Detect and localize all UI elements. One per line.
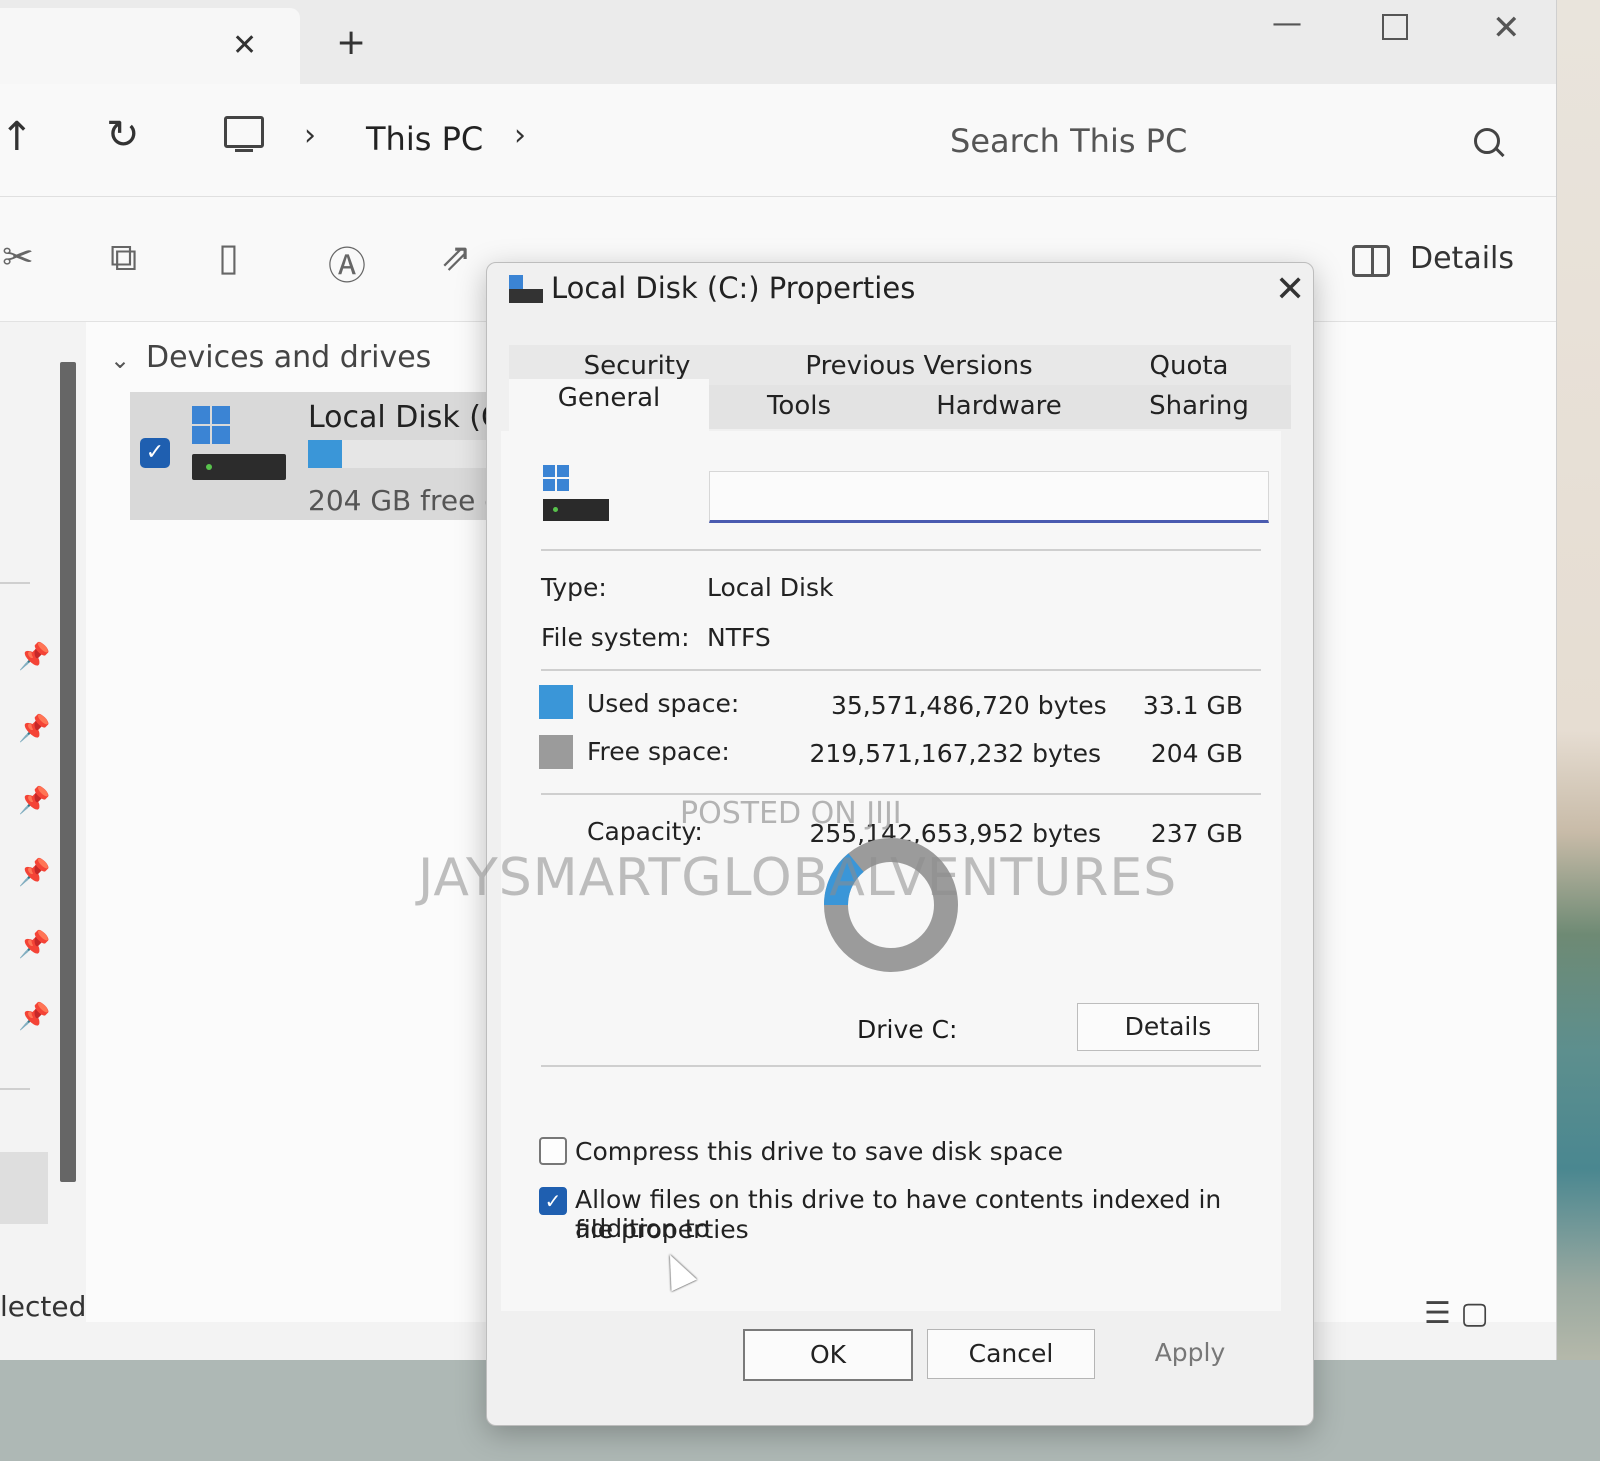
search-placeholder: Search This PC [950,122,1188,160]
rename-icon[interactable]: Ⓐ [328,235,366,290]
drive-free-text: 204 GB free of [308,484,512,517]
pin-icon: 📌 [18,930,51,960]
used-space-size: 33.1 GB [1142,691,1243,720]
search-icon[interactable] [1474,128,1500,154]
this-pc-icon[interactable] [224,116,264,152]
file-system-label: File system: [541,623,690,652]
apply-button[interactable]: Apply [1107,1329,1273,1377]
maximize-icon[interactable] [1382,14,1408,40]
selection-checkbox[interactable]: ✓ [140,438,170,468]
cancel-button[interactable]: Cancel [927,1329,1095,1379]
tab-security[interactable]: Security [557,351,717,381]
type-label: Type: [541,573,607,602]
free-space-bytes: 219,571,167,232 bytes [809,739,1101,768]
index-checkbox[interactable]: ✓ [539,1187,567,1215]
pin-icon: 📌 [18,786,51,816]
copy-icon[interactable]: ⧉ [110,235,137,280]
free-space-size: 204 GB [1150,739,1243,768]
divider [0,582,30,584]
drive-icon [192,454,286,480]
tab-strip: Security Previous Versions Quota General… [509,345,1291,453]
ok-button[interactable]: OK [743,1329,913,1381]
scrollbar[interactable] [60,362,76,1182]
compress-checkbox[interactable] [539,1137,567,1165]
properties-dialog: Local Disk (C:) Properties ✕ Security Pr… [486,262,1314,1426]
share-icon[interactable]: ⇗ [440,235,472,279]
divider [541,793,1261,795]
used-space-swatch [539,685,573,719]
details-button[interactable]: Details [1077,1003,1259,1051]
search-input[interactable]: Search This PC [900,104,1520,176]
sidebar-item-selected[interactable] [0,1152,48,1224]
file-system-value: NTFS [707,623,771,652]
compress-label: Compress this drive to save disk space [575,1137,1063,1166]
chevron-right-icon[interactable]: › [514,118,526,153]
new-tab-icon[interactable]: + [336,22,366,63]
index-label-line2: file properties [575,1215,749,1244]
type-value: Local Disk [707,573,834,602]
capacity-size: 237 GB [1150,819,1243,848]
mouse-cursor [657,1248,697,1292]
tab-sharing[interactable]: Sharing [1129,391,1269,421]
tab-row-front: General Tools Hardware Sharing [509,379,1291,453]
explorer-tab[interactable]: ✕ [0,8,300,84]
up-arrow-icon[interactable]: ↑ [0,114,34,160]
chevron-down-icon[interactable]: ⌄ [110,346,130,374]
windows-logo-icon [543,465,569,491]
drive-icon [543,465,609,521]
pin-icon: 📌 [18,714,51,744]
view-toggle-icons[interactable]: ☰ ▢ [1424,1296,1489,1331]
dialog-title: Local Disk (C:) Properties [551,271,916,305]
navigation-pane: 📌 📌 📌 📌 📌 📌 [0,322,84,1224]
close-tab-icon[interactable]: ✕ [232,28,257,63]
pin-icon: 📌 [18,1002,51,1032]
drive-icon [509,275,543,303]
free-space-label: Free space: [587,737,730,766]
pin-icon: 📌 [18,858,51,888]
tab-tools[interactable]: Tools [729,391,869,421]
tab-bar: ✕ + — ✕ [0,0,1556,84]
divider [541,549,1261,551]
tab-previous-versions[interactable]: Previous Versions [799,351,1039,381]
pin-icon: 📌 [18,642,51,672]
details-pane-label: Details [1410,241,1515,276]
usage-bar-fill [308,440,342,468]
divider [0,1088,30,1090]
status-text: lected [0,1290,87,1323]
paste-icon[interactable]: ▯ [218,235,239,279]
window-close-icon[interactable]: ✕ [1492,8,1521,48]
free-space-swatch [539,735,573,769]
tab-quota[interactable]: Quota [1129,351,1249,381]
cut-icon[interactable]: ✂ [2,235,34,279]
drive-c-label: Drive C: [857,1015,958,1044]
used-space-label: Used space: [587,689,740,718]
chevron-right-icon[interactable]: › [304,118,316,153]
details-pane-icon [1352,245,1390,277]
refresh-icon[interactable]: ↻ [106,112,140,158]
watermark-line1: POSTED ON JIJI [680,796,902,831]
address-bar: ↑ ↻ › This PC › Search This PC [0,84,1556,197]
breadcrumb-this-pc[interactable]: This PC [366,120,483,158]
divider [541,1065,1261,1067]
windows-logo-icon [192,406,230,444]
minimize-icon[interactable]: — [1272,6,1302,41]
group-header[interactable]: Devices and drives [146,340,431,375]
close-icon[interactable]: ✕ [1275,269,1305,310]
used-space-bytes: 35,571,486,720 bytes [831,691,1107,720]
watermark-line2: JAYSMARTGLOBALVENTURES [418,848,1178,908]
volume-label-field[interactable] [709,471,1269,523]
tab-hardware[interactable]: Hardware [909,391,1089,421]
divider [541,669,1261,671]
